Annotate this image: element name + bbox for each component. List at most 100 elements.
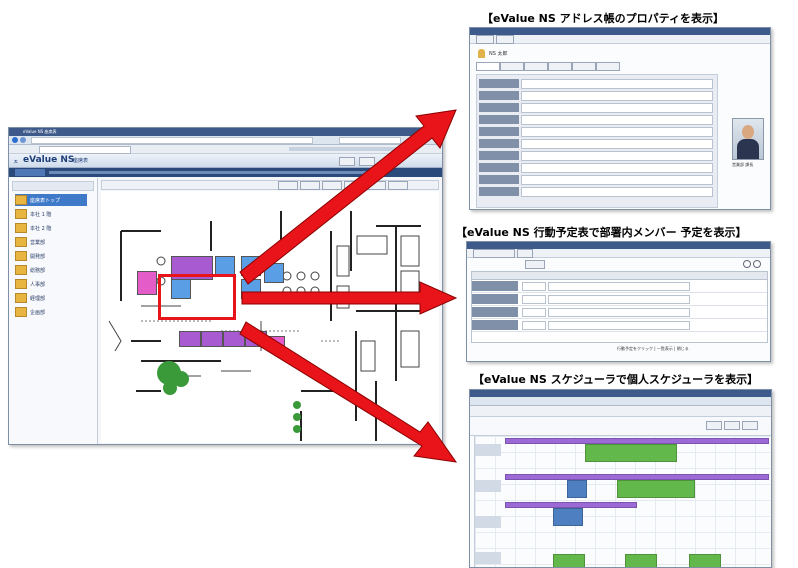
field-label: [479, 115, 519, 124]
folder-icon: [15, 251, 27, 261]
nav-item[interactable]: 本社 1 階: [15, 208, 87, 220]
field-label: [479, 187, 519, 196]
group-select[interactable]: [473, 249, 515, 258]
tree-icon: [293, 413, 301, 421]
plan-field[interactable]: [548, 295, 690, 304]
row-label: [475, 444, 501, 456]
header-button-2[interactable]: [359, 157, 375, 166]
header-button-1[interactable]: [339, 157, 355, 166]
view-toolbar: [470, 417, 771, 436]
seat-blue[interactable]: [215, 256, 235, 276]
back-button[interactable]: [12, 137, 18, 143]
nav-item[interactable]: 企画部: [15, 306, 87, 318]
plan-field[interactable]: [548, 321, 690, 330]
schedule-table: [471, 271, 768, 343]
table-row[interactable]: [472, 319, 767, 332]
status-select[interactable]: [522, 321, 546, 330]
address-toolbar: [9, 136, 442, 145]
map-button-4[interactable]: [344, 181, 364, 190]
today-button[interactable]: [525, 260, 545, 269]
nav-item-top[interactable]: 座席表トップ: [15, 194, 87, 206]
refresh-icon[interactable]: [743, 260, 751, 268]
menu-items[interactable]: [49, 171, 369, 174]
scheduler-window: [469, 389, 772, 568]
tab[interactable]: [572, 62, 596, 71]
schedule-footer[interactable]: 行動予定をクリック | 一覧表示 | 閉じる: [617, 346, 689, 352]
browser-tab[interactable]: [39, 146, 131, 154]
map-button-1[interactable]: [278, 181, 298, 190]
app-toolbar: [470, 406, 771, 417]
table-row[interactable]: [472, 293, 767, 306]
floor-map[interactable]: [101, 191, 439, 443]
status-select[interactable]: [522, 295, 546, 304]
calendar-grid[interactable]: [474, 436, 770, 567]
field-value[interactable]: [521, 175, 713, 185]
search-field[interactable]: [339, 137, 401, 144]
field-value[interactable]: [521, 151, 713, 161]
field-value[interactable]: [521, 139, 713, 149]
caption-address-properties: 【eValue NS アドレス帳のプロパティを表示】: [482, 12, 724, 25]
event-blue[interactable]: [553, 508, 583, 526]
seat-purple[interactable]: [179, 331, 201, 347]
field-value[interactable]: [521, 103, 713, 113]
menu-item-active[interactable]: [15, 169, 45, 176]
map-button-6[interactable]: [388, 181, 408, 190]
seat-pink[interactable]: [267, 336, 285, 350]
field-value[interactable]: [521, 79, 713, 89]
toolbar-button[interactable]: [517, 249, 533, 258]
forward-button[interactable]: [20, 137, 26, 143]
map-button-5[interactable]: [366, 181, 386, 190]
nav-label: 座席表トップ: [30, 197, 61, 204]
plan-field[interactable]: [548, 282, 690, 291]
seat-blue[interactable]: [264, 263, 284, 283]
status-select[interactable]: [522, 308, 546, 317]
nav-item[interactable]: 開発部: [15, 250, 87, 262]
field-value[interactable]: [521, 115, 713, 125]
table-row[interactable]: [472, 280, 767, 293]
table-row[interactable]: [472, 306, 767, 319]
nav-item[interactable]: 人事部: [15, 278, 87, 290]
view-button[interactable]: [742, 421, 758, 430]
map-button-3[interactable]: [322, 181, 342, 190]
nav-label: 本社 1 階: [30, 211, 52, 218]
view-button[interactable]: [706, 421, 722, 430]
event-blue[interactable]: [567, 480, 587, 498]
row-label: [475, 516, 501, 528]
nav-item[interactable]: 経理部: [15, 292, 87, 304]
person-name: NS 太郎: [489, 51, 508, 57]
photo-caption: 営業部 課長: [732, 162, 754, 167]
plan-field[interactable]: [548, 308, 690, 317]
nav-item[interactable]: 総務部: [15, 264, 87, 276]
print-button[interactable]: [496, 35, 514, 44]
seat-pink[interactable]: [137, 271, 157, 295]
tab[interactable]: [524, 62, 548, 71]
field-value[interactable]: [521, 127, 713, 137]
member-name: [472, 281, 518, 291]
seat-blue[interactable]: [241, 279, 261, 299]
event-green[interactable]: [617, 480, 695, 498]
nav-item[interactable]: 営業部: [15, 236, 87, 248]
toolbar-icons[interactable]: [289, 147, 409, 151]
field-value[interactable]: [521, 163, 713, 173]
status-select[interactable]: [522, 282, 546, 291]
tab[interactable]: [596, 62, 620, 71]
help-icon[interactable]: [753, 260, 761, 268]
tab[interactable]: [548, 62, 572, 71]
map-button-2[interactable]: [300, 181, 320, 190]
table-header: [472, 272, 767, 280]
nav-item[interactable]: 本社 2 階: [15, 222, 87, 234]
view-button[interactable]: [724, 421, 740, 430]
close-button[interactable]: [476, 35, 494, 44]
tab-strip: [476, 62, 636, 71]
seat-purple[interactable]: [245, 331, 267, 347]
tab[interactable]: [500, 62, 524, 71]
tree-icon: [293, 425, 301, 433]
event-green[interactable]: [585, 444, 677, 462]
seat-purple[interactable]: [201, 331, 223, 347]
seat-purple[interactable]: [223, 331, 245, 347]
field-value[interactable]: [521, 91, 713, 101]
url-field[interactable]: [31, 137, 313, 144]
tab[interactable]: [476, 62, 500, 71]
field-value[interactable]: [521, 187, 713, 197]
seat-blue[interactable]: [241, 256, 261, 276]
